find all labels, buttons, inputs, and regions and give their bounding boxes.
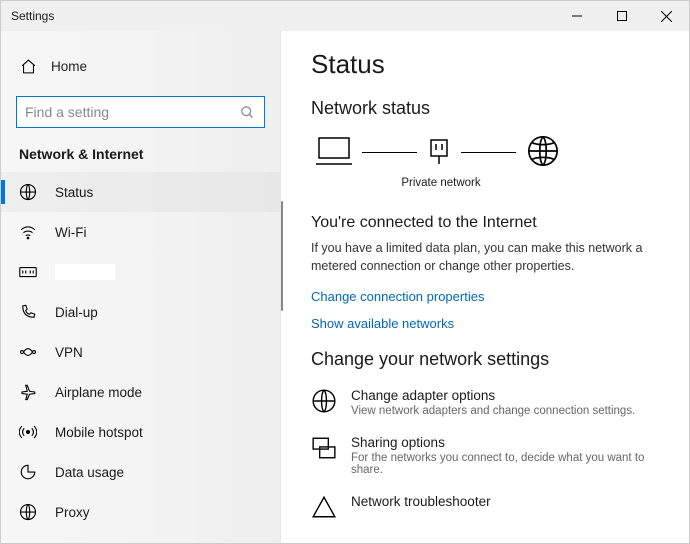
sidebar-item-label: Airplane mode [55,385,142,400]
sidebar-item-dialup[interactable]: Dial-up [1,292,280,332]
ethernet-icon [19,263,37,281]
minimize-button[interactable] [554,1,599,31]
sidebar-category: Network & Internet [1,146,280,172]
section-network-status: Network status [311,98,659,119]
sidebar-item-ethernet[interactable] [1,252,280,292]
sidebar-item-datausage[interactable]: Data usage [1,452,280,492]
network-diagram [311,134,659,171]
sidebar-item-wifi[interactable]: Wi-Fi [1,212,280,252]
sidebar-item-label: Dial-up [55,305,98,320]
section-change-settings: Change your network settings [311,349,659,370]
sidebar-item-status[interactable]: Status [1,172,280,212]
main-panel: Status Network status Private network Yo… [281,31,689,543]
connector-line [362,152,417,154]
search-placeholder: Find a setting [25,104,238,120]
network-caption: Private network [311,177,571,189]
home-icon [19,57,37,75]
sidebar-item-label: VPN [55,345,83,360]
vpn-icon [19,343,37,361]
search-input[interactable]: Find a setting [16,96,265,128]
dialup-icon [19,303,37,321]
page-title: Status [311,49,659,80]
computer-icon [316,135,352,170]
sidebar-item-proxy[interactable]: Proxy [1,492,280,532]
maximize-button[interactable] [599,1,644,31]
sidebar-item-label: Wi-Fi [55,225,86,240]
option-title: Change adapter options [351,388,635,403]
option-sharing[interactable]: Sharing options For the networks you con… [311,435,659,476]
adapter-icon [311,388,337,417]
option-sub: For the networks you connect to, decide … [351,452,659,476]
status-icon [19,183,37,201]
wifi-icon [19,223,37,241]
home-nav[interactable]: Home [1,46,280,86]
option-title: Network troubleshooter [351,494,491,509]
connected-heading: You're connected to the Internet [311,214,659,232]
sidebar: Home Find a setting Network & Internet S… [1,31,281,543]
sidebar-item-label: Mobile hotspot [55,425,143,440]
link-show-networks[interactable]: Show available networks [311,316,659,331]
sidebar-item-label: Status [55,185,93,200]
connected-body: If you have a limited data plan, you can… [311,240,659,275]
sidebar-item-label: Data usage [55,465,124,480]
option-troubleshooter[interactable]: Network troubleshooter [311,494,659,523]
datausage-icon [19,463,37,481]
sidebar-item-label: Proxy [55,505,90,520]
sidebar-item-airplane[interactable]: Airplane mode [1,372,280,412]
sidebar-item-vpn[interactable]: VPN [1,332,280,372]
connector-line [461,152,516,154]
hotspot-icon [19,423,37,441]
option-sub: View network adapters and change connect… [351,405,635,417]
airplane-icon [19,383,37,401]
option-title: Sharing options [351,435,659,450]
sidebar-item-label [55,264,115,280]
sidebar-item-hotspot[interactable]: Mobile hotspot [1,412,280,452]
link-change-properties[interactable]: Change connection properties [311,289,659,304]
router-icon [427,136,451,169]
home-label: Home [51,59,87,74]
option-adapter[interactable]: Change adapter options View network adap… [311,388,659,417]
troubleshoot-icon [311,494,337,523]
window-title: Settings [1,9,54,23]
search-icon [238,103,256,121]
globe-icon [526,134,560,171]
sharing-icon [311,435,337,464]
close-button[interactable] [644,1,689,31]
proxy-icon [19,503,37,521]
titlebar: Settings [1,1,689,31]
